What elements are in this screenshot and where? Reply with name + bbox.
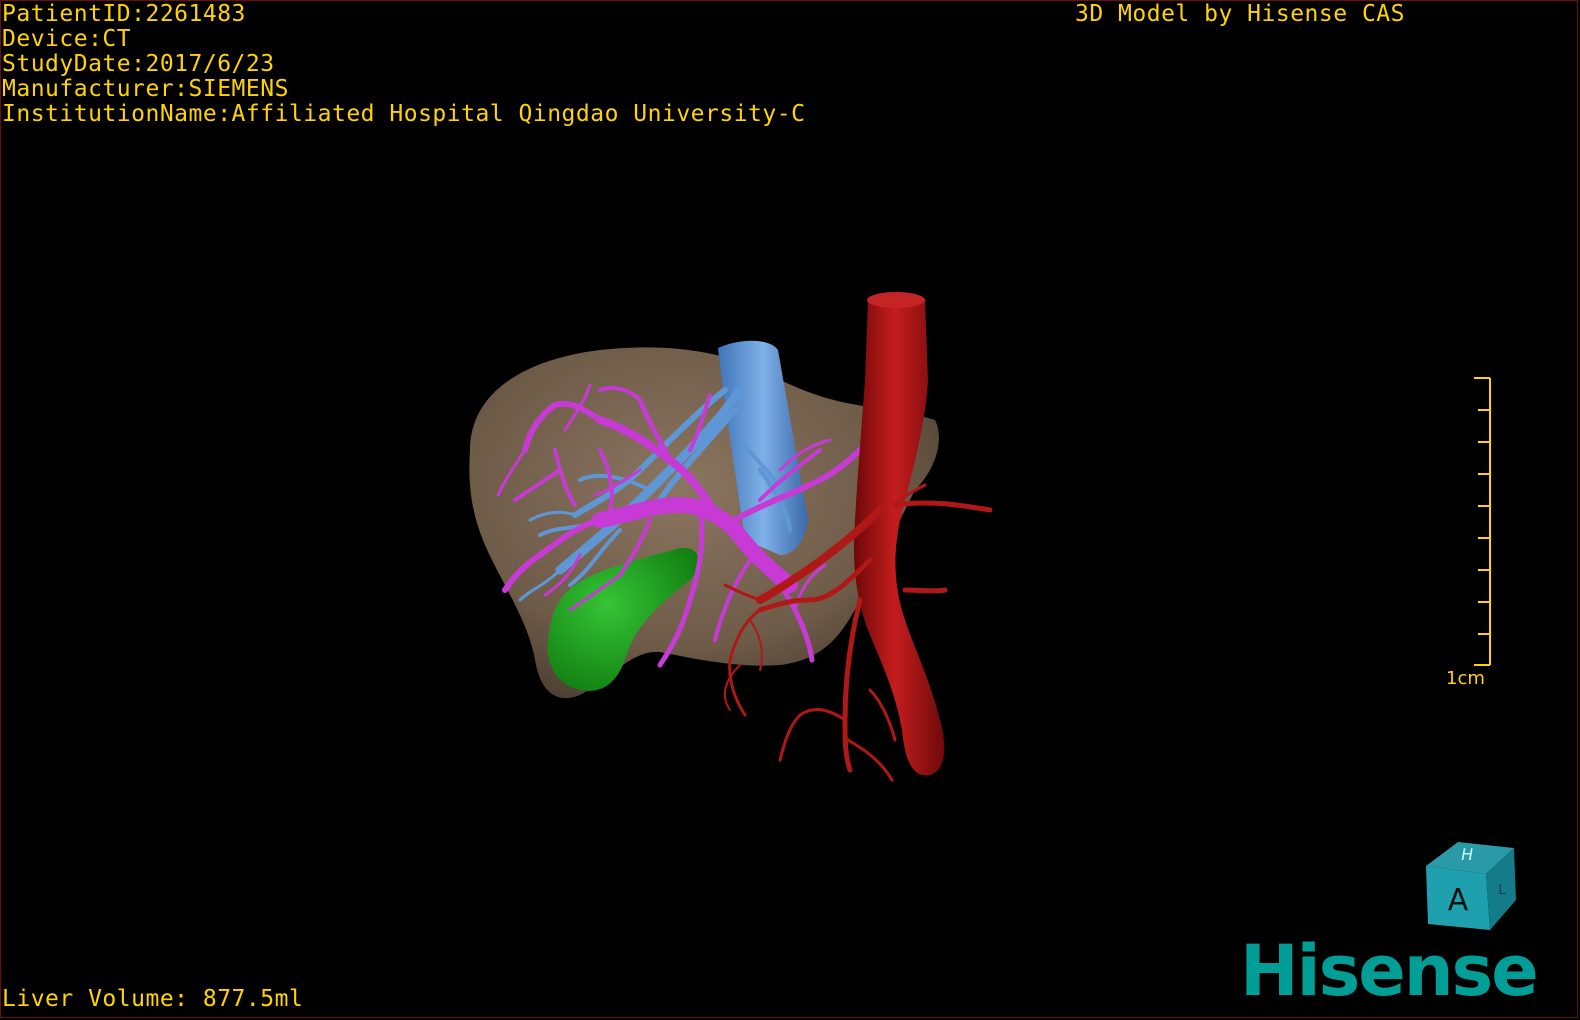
dicom-info-overlay: PatientID:2261483 Device:CT StudyDate:20… (2, 2, 805, 127)
manufacturer-text: Manufacturer:SIEMENS (2, 76, 289, 102)
liver-3d-model[interactable] (0, 0, 1580, 1020)
hisense-logo: Hisense (1240, 930, 1539, 1012)
scale-label: 1cm (1446, 668, 1485, 689)
cube-side-label: L (1498, 883, 1506, 898)
3d-viewport[interactable]: PatientID:2261483 Device:CT StudyDate:20… (0, 0, 1580, 1020)
device-text: Device:CT (2, 26, 132, 52)
study-date-text: StudyDate:2017/6/23 (2, 51, 275, 77)
patient-id-text: PatientID:2261483 (2, 1, 246, 27)
liver-volume-text: Liver Volume: 877.5ml (2, 986, 304, 1012)
cube-front-label: A (1448, 883, 1469, 918)
orientation-cube[interactable]: H A L (1418, 838, 1528, 938)
scale-ruler (1474, 377, 1491, 666)
model-credit-text: 3D Model by Hisense CAS (1075, 1, 1405, 27)
institution-text: InstitutionName:Affiliated Hospital Qing… (2, 101, 806, 127)
